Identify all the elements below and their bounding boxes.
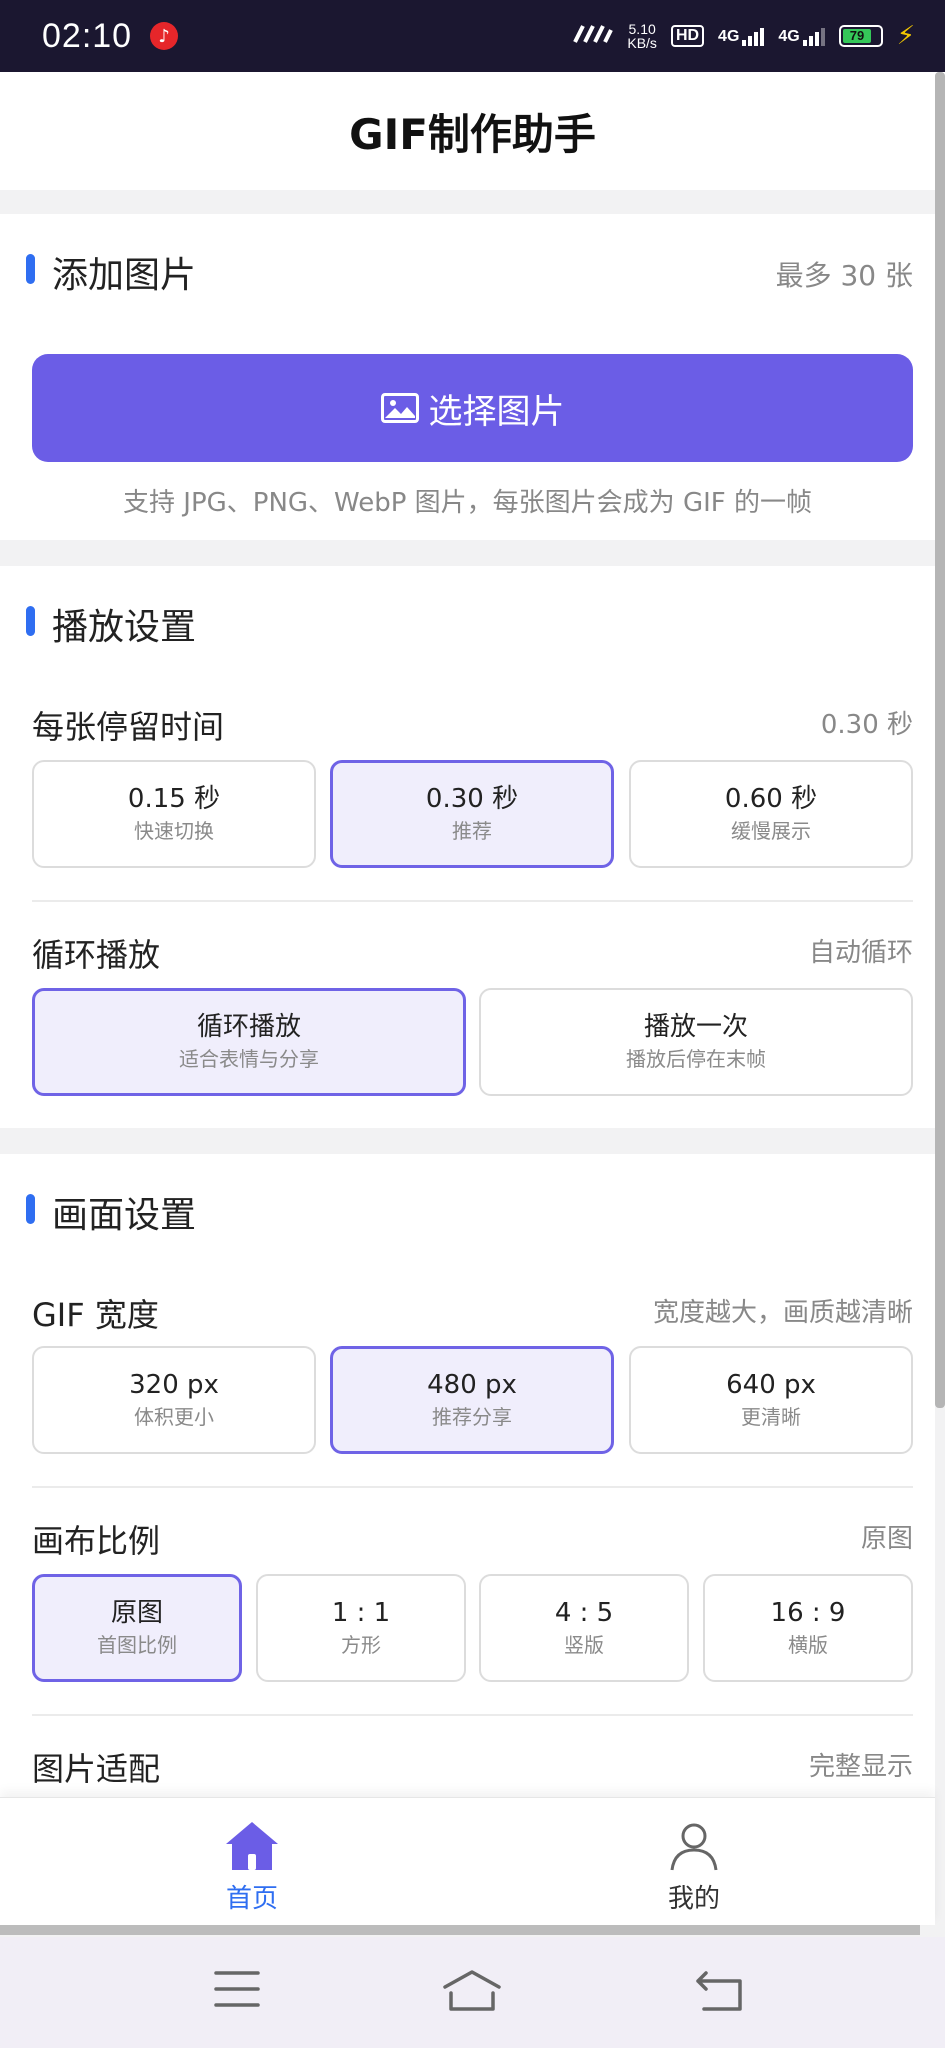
section-header: 画面设置 — [0, 1154, 935, 1264]
signal-bars-icon — [802, 26, 825, 46]
divider — [32, 1486, 913, 1488]
option-sub: 横版 — [788, 1633, 828, 1657]
option-sub: 适合表情与分享 — [179, 1047, 319, 1071]
section-title: 画面设置 — [52, 1195, 197, 1236]
option-sub: 快速切换 — [134, 819, 214, 843]
title-bar: GIF制作助手 — [0, 72, 945, 190]
battery-level: 79 — [842, 29, 872, 43]
option-main: 播放一次 — [643, 1012, 748, 1042]
option-sub: 推荐分享 — [432, 1405, 512, 1429]
status-bar: 02:10 ♪ 5.10 KB/s HD 4G 4G 79 ⚡ — [0, 0, 945, 72]
loop-label: 循环播放 — [32, 936, 161, 974]
add-images-card: 添加图片 最多 30 张 选择图片 支持 JPG、PNG、WebP 图片，每张图… — [0, 214, 935, 540]
option-main: 4 : 5 — [554, 1598, 614, 1628]
nav-home-label: 首页 — [225, 1884, 278, 1914]
ratio-value: 原图 — [860, 1524, 913, 1554]
duration-option-0.30[interactable]: 0.30 秒 推荐 — [330, 760, 614, 868]
option-main: 0.60 秒 — [724, 784, 818, 814]
duration-label: 每张停留时间 — [32, 708, 225, 746]
ratio-option-4-5[interactable]: 4 : 5 竖版 — [479, 1574, 689, 1682]
width-label: GIF 宽度 — [32, 1296, 159, 1334]
divider — [32, 900, 913, 902]
option-main: 320 px — [129, 1370, 219, 1400]
option-sub: 竖版 — [564, 1633, 604, 1657]
option-main: 0.30 秒 — [425, 784, 519, 814]
option-main: 16 : 9 — [770, 1598, 846, 1628]
section-title: 添加图片 — [52, 255, 197, 296]
loop-value: 自动循环 — [808, 938, 913, 968]
option-main: 原图 — [110, 1598, 163, 1628]
system-nav — [0, 1937, 945, 2048]
section-accent-bar — [26, 1194, 35, 1224]
duration-option-0.60[interactable]: 0.60 秒 缓慢展示 — [629, 760, 913, 868]
option-sub: 缓慢展示 — [731, 819, 811, 843]
status-time: 02:10 — [42, 16, 133, 55]
option-sub: 推荐 — [452, 819, 492, 843]
ratio-option-1-1[interactable]: 1 : 1 方形 — [256, 1574, 466, 1682]
section-header: 播放设置 — [0, 566, 935, 676]
loop-option-once[interactable]: 播放一次 播放后停在末帧 — [479, 988, 913, 1096]
home-icon — [226, 1822, 278, 1870]
option-sub: 更清晰 — [741, 1405, 801, 1429]
bottom-nav: 首页 我的 — [0, 1797, 935, 1925]
duration-option-0.15[interactable]: 0.15 秒 快速切换 — [32, 760, 316, 868]
image-icon — [380, 393, 419, 423]
home-system-icon[interactable] — [442, 1969, 502, 2017]
divider — [32, 1714, 913, 1716]
select-images-label: 选择图片 — [428, 391, 565, 432]
width-option-640[interactable]: 640 px 更清晰 — [629, 1346, 913, 1454]
signal-1-label: 4G — [718, 28, 740, 45]
network-speed-unit: KB/s — [627, 35, 657, 51]
playback-settings-card: 播放设置 每张停留时间 0.30 秒 0.15 秒 快速切换 0.30 秒 推荐… — [0, 566, 935, 1128]
section-accent-bar — [26, 606, 35, 636]
ratio-option-original[interactable]: 原图 首图比例 — [32, 1574, 242, 1682]
music-app-notification-icon: ♪ — [150, 22, 179, 50]
nav-mine-label: 我的 — [667, 1884, 720, 1914]
option-sub: 首图比例 — [97, 1633, 177, 1657]
max-images-hint: 最多 30 张 — [775, 259, 913, 292]
fit-label: 图片适配 — [32, 1750, 161, 1788]
section-header: 添加图片 最多 30 张 — [0, 214, 935, 324]
back-icon[interactable] — [694, 1969, 744, 2017]
ratio-option-16-9[interactable]: 16 : 9 横版 — [703, 1574, 913, 1682]
width-hint: 宽度越大，画质越清晰 — [652, 1298, 913, 1328]
option-main: 0.15 秒 — [127, 784, 221, 814]
option-sub: 体积更小 — [134, 1405, 214, 1429]
signal-1: 4G — [718, 26, 765, 46]
charging-icon: ⚡ — [896, 21, 915, 51]
support-text: 支持 JPG、PNG、WebP 图片，每张图片会成为 GIF 的一帧 — [123, 488, 812, 518]
option-main: 循环播放 — [196, 1012, 301, 1042]
width-option-320[interactable]: 320 px 体积更小 — [32, 1346, 316, 1454]
signal-2-label: 4G — [778, 28, 800, 45]
network-speed: 5.10 KB/s — [627, 22, 657, 50]
signal-bars-icon — [742, 26, 765, 46]
hd-voice-icon: HD — [670, 25, 705, 47]
nav-divider — [0, 1925, 920, 1935]
page-title: GIF制作助手 — [349, 109, 596, 159]
fit-value: 完整显示 — [808, 1752, 913, 1782]
section-accent-bar — [26, 254, 35, 284]
battery-icon: 79 — [838, 25, 883, 47]
menu-icon[interactable] — [214, 1969, 260, 2013]
ratio-label: 画布比例 — [32, 1522, 161, 1560]
status-indicators: 5.10 KB/s HD 4G 4G 79 ⚡ — [573, 21, 915, 51]
nav-mine[interactable]: 我的 — [634, 1820, 754, 1915]
signal-2: 4G — [778, 26, 825, 46]
option-sub: 播放后停在末帧 — [626, 1047, 766, 1071]
select-images-button[interactable]: 选择图片 — [32, 354, 913, 462]
network-speed-value: 5.10 — [628, 21, 656, 37]
option-main: 640 px — [726, 1370, 816, 1400]
user-icon — [670, 1823, 718, 1871]
nfc-icon — [573, 24, 614, 49]
width-option-480[interactable]: 480 px 推荐分享 — [330, 1346, 614, 1454]
canvas-settings-card: 画面设置 GIF 宽度 宽度越大，画质越清晰 320 px 体积更小 480 p… — [0, 1154, 935, 1814]
scrollbar[interactable] — [935, 72, 945, 1408]
option-main: 1 : 1 — [331, 1598, 391, 1628]
nav-home[interactable]: 首页 — [192, 1820, 312, 1915]
duration-value: 0.30 秒 — [820, 710, 913, 740]
loop-option-loop[interactable]: 循环播放 适合表情与分享 — [32, 988, 466, 1096]
option-main: 480 px — [427, 1370, 517, 1400]
section-title: 播放设置 — [52, 607, 197, 648]
option-sub: 方形 — [341, 1633, 381, 1657]
